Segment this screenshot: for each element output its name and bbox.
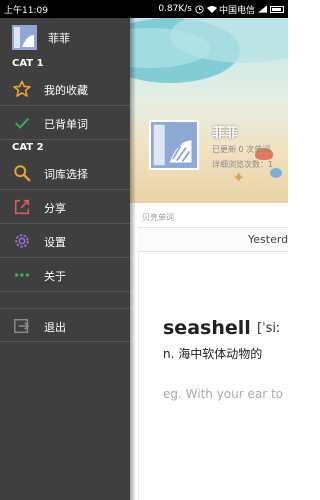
category-title-1: CAT 1 xyxy=(12,58,44,69)
menu-item-about[interactable]: 关于 xyxy=(0,258,130,292)
status-time: 上午11:09 xyxy=(4,5,48,16)
menu-item-label: 分享 xyxy=(44,202,66,215)
menu-item-learned-words[interactable]: 已背单词 xyxy=(0,106,130,140)
signal-icon xyxy=(258,5,267,13)
menu-item-label: 我的收藏 xyxy=(44,84,88,97)
menu-item-vocabulary-select[interactable]: 词库选择 xyxy=(0,156,130,190)
category-title-2: CAT 2 xyxy=(12,142,44,153)
more-dots-icon xyxy=(13,266,31,284)
wifi-icon xyxy=(206,5,217,13)
battery-icon xyxy=(270,5,284,13)
drawer-header[interactable]: 菲菲 xyxy=(0,18,130,58)
word-term: seashell xyxy=(163,317,251,339)
menu-item-label: 退出 xyxy=(44,321,66,334)
word-text-layer: seashell [ˈsiː n. 海中软体动物的 eg. With your … xyxy=(130,18,288,500)
navigation-drawer: 菲菲 CAT 1 我的收藏 已背单词 CAT 2 词库选择 分享 设置 关于 退… xyxy=(0,18,130,500)
menu-item-label: 设置 xyxy=(44,236,66,249)
menu-item-label: 词库选择 xyxy=(44,168,88,181)
star-icon xyxy=(13,80,31,98)
network-speed: 0.87K/s xyxy=(158,4,192,14)
clock-icon xyxy=(195,5,204,14)
menu-item-favorites[interactable]: 我的收藏 xyxy=(0,72,130,106)
avatar[interactable] xyxy=(12,25,37,50)
menu-item-label: 关于 xyxy=(44,270,66,283)
gear-icon xyxy=(13,232,31,250)
check-icon xyxy=(13,114,31,132)
drawer-user-name: 菲菲 xyxy=(48,32,70,45)
menu-item-settings[interactable]: 设置 xyxy=(0,224,130,258)
menu-item-share[interactable]: 分享 xyxy=(0,190,130,224)
menu-item-label: 已背单词 xyxy=(44,118,88,131)
exit-icon xyxy=(13,317,31,335)
word-meaning: n. 海中软体动物的 xyxy=(163,347,263,361)
share-icon xyxy=(13,198,31,216)
word-example: eg. With your ear to xyxy=(163,387,284,401)
status-bar: 上午11:09 0.87K/s 中国电信 xyxy=(0,0,288,18)
carrier-label: 中国电信 xyxy=(218,5,255,16)
word-phonetic: [ˈsiː xyxy=(257,321,281,336)
search-icon xyxy=(13,164,31,182)
drawer-shadow xyxy=(130,18,136,500)
menu-item-logout[interactable]: 退出 xyxy=(0,308,130,342)
